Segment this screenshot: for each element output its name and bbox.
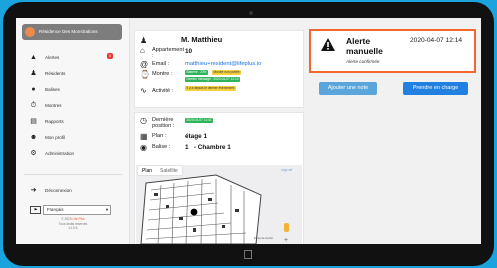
alert-title: Alerte manuelle (346, 36, 383, 56)
chevron-down-icon: ▾ (105, 207, 108, 212)
alert-status: Alerte confirmée (346, 59, 380, 64)
sidebar-item-balises[interactable]: ● Balises (29, 85, 124, 95)
tab-plan[interactable]: Plan (138, 166, 156, 176)
alert-date: 2020-04-07 12:14 (410, 37, 463, 44)
sidebar-item-administration[interactable]: ⚙ Administration (29, 149, 124, 159)
brand-header[interactable]: Résidence Des Monstrations (22, 24, 122, 40)
beacon-marker-icon (190, 208, 198, 216)
sidebar-item-mon-profil[interactable]: ☻ Mon profil (29, 133, 124, 143)
plan-value: étage 1 (185, 133, 208, 140)
brand-logo-icon (25, 27, 35, 37)
at-sign-icon: @ (140, 60, 149, 69)
floor-plan-drawing: + (140, 174, 289, 244)
battery-badge: Batterie : 23% (185, 70, 209, 75)
sidebar-item-label: Balises (45, 87, 60, 92)
apple-logo-icon:  (240, 248, 256, 262)
svg-text:+: + (284, 237, 288, 244)
alert-count-badge: 0 (107, 53, 113, 59)
brand-name: Résidence Des Monstrations (39, 29, 98, 34)
sidebar-item-label: Mon profil (45, 135, 66, 140)
sidebar-item-label: Rapports (45, 119, 64, 124)
add-note-button[interactable]: Ajouter une note (319, 82, 377, 95)
beacon-label: Balise : (152, 144, 171, 150)
plan-label: Plan : (152, 133, 167, 139)
location-card: ◷ Dernière position : 2020-04-07 11:43 ▦… (134, 112, 304, 244)
location-pin-icon: ◉ (140, 143, 147, 152)
warning-icon (321, 38, 335, 51)
last-message-badge: Dernier message : 2020-04-07 12:14 (185, 77, 241, 82)
map-icon: ▦ (140, 132, 148, 141)
map-corner-label: urgs dé (281, 168, 293, 172)
language-value: Français (47, 207, 64, 212)
activity-label: Activité : (152, 88, 174, 94)
logout-icon: ➜ (30, 187, 37, 194)
sidebar: Résidence Des Monstrations ▲ Alertes 0 ♟… (16, 18, 130, 244)
camera-dot (249, 11, 253, 15)
sidebar-divider (24, 174, 122, 175)
warning-icon: ▲ (30, 54, 37, 61)
gear-icon: ⚙ (30, 150, 37, 157)
watch-label: Montre : (152, 71, 173, 77)
apartment-value: 10 (185, 48, 193, 55)
resident-card: ♟ M. Matthieu ⌂ Appartement : 10 @ Email… (134, 30, 304, 108)
alert-card: Alerte manuelle 2020-04-07 12:14 Alerte … (309, 29, 476, 73)
beacon-value: 1 - Chambre 1 (185, 144, 231, 151)
copyright: © 2020 Life Plus Tous droits réservés v1… (38, 217, 108, 231)
home-icon: ⌂ (140, 46, 145, 55)
sidebar-item-residents[interactable]: ♟ Résidents (29, 69, 124, 79)
sidebar-item-label: Administration (45, 151, 75, 156)
sidebar-item-alertes[interactable]: ▲ Alertes 0 (29, 53, 124, 63)
sidebar-item-label: Résidents (45, 71, 66, 76)
email-link[interactable]: matthieu+resident@lifeplus.io (185, 61, 261, 67)
user-icon: ☻ (29, 134, 38, 141)
person-icon: ♟ (140, 36, 148, 45)
tablet-device:  Résidence Des Monstrations ▲ Alertes 0… (0, 0, 497, 268)
language-select[interactable]: Français ▾ (43, 205, 111, 215)
activity-icon: ∿ (140, 86, 147, 95)
last-position-badge: 2020-04-07 11:43 (185, 118, 213, 123)
sidebar-item-label: Montres (45, 103, 62, 108)
take-charge-button[interactable]: Prendre en charge (403, 82, 468, 95)
tab-satellite[interactable]: Satellite (156, 166, 182, 176)
watch-icon: ⏱ (30, 102, 37, 109)
street-view-icon (284, 223, 289, 232)
map-footer: Ecran de touche (254, 237, 273, 240)
copyright-version: v1.0.6 (68, 226, 78, 230)
watch-status-badge: Montre non portée (212, 70, 242, 75)
watch-icon: ⌚ (140, 70, 150, 79)
email-label: Email : (152, 61, 170, 67)
location-pin-icon: ● (31, 86, 36, 93)
document-icon: ▤ (30, 118, 37, 125)
copyright-link[interactable]: Life Plus (72, 217, 84, 221)
floor-plan-map[interactable]: + Plan Satellite urgs dé Ecran de touche (136, 165, 302, 244)
copyright-year: © 2020 (61, 217, 72, 221)
flag-icon: ⚑ (30, 206, 41, 214)
apartment-label: Appartement : (152, 47, 185, 59)
clock-icon: ◷ (140, 116, 147, 125)
logout-label: Déconnexion (45, 188, 72, 193)
map-type-tabs: Plan Satellite (138, 166, 182, 175)
sidebar-item-montres[interactable]: ⏱ Montres (29, 101, 124, 111)
sidebar-item-label: Alertes (45, 55, 60, 60)
logout-button[interactable]: ➜ Déconnexion (29, 186, 124, 196)
sidebar-item-rapports[interactable]: ▤ Rapports (29, 117, 124, 127)
activity-badge: Il y a depuis le dernier événement (185, 86, 236, 91)
resident-name: M. Matthieu (181, 35, 223, 44)
app-screen: Résidence Des Monstrations ▲ Alertes 0 ♟… (16, 18, 481, 244)
last-position-label: Dernière position : (152, 117, 175, 129)
users-icon: ♟ (30, 70, 37, 77)
